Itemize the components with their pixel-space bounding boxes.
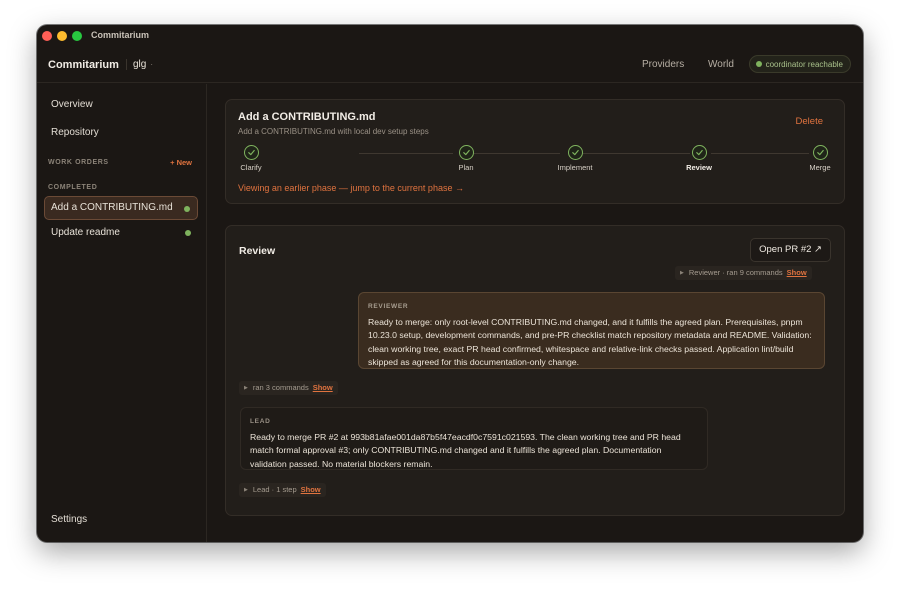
lead-label: LEAD <box>250 418 271 425</box>
phase-step-merge[interactable]: Merge <box>800 145 840 172</box>
lead-message: LEAD Ready to merge PR #2 at 993b81afae0… <box>240 407 708 470</box>
work-order-title: Add a CONTRIBUTING.md <box>238 111 376 123</box>
sidebar-item-overview[interactable]: Overview <box>51 99 93 110</box>
step-connector <box>359 153 453 154</box>
reviewer-text: Ready to merge: only root-level CONTRIBU… <box>368 316 812 368</box>
phase-label: Review <box>686 163 712 172</box>
sidebar: Overview Repository WORK ORDERS + New CO… <box>37 84 207 542</box>
triangle-right-icon: ▶ <box>244 385 248 391</box>
brand-name: Commitarium <box>48 59 119 71</box>
show-link[interactable]: Show <box>313 381 333 395</box>
new-work-order-button[interactable]: + New <box>170 158 192 167</box>
step-connector <box>583 153 690 154</box>
nav-world[interactable]: World <box>708 59 734 70</box>
lead-steps-toggle[interactable]: ▶ Lead · 1 step Show <box>239 483 326 497</box>
step-connector <box>474 153 560 154</box>
completed-status-dot <box>184 206 190 212</box>
app-window: Commitarium Commitarium glg · Providers W… <box>37 25 863 542</box>
work-order-subtitle: Add a CONTRIBUTING.md with local dev set… <box>238 127 429 136</box>
title-bar: Commitarium <box>37 25 863 47</box>
phase-label: Clarify <box>240 163 262 172</box>
app-header: Commitarium glg · Providers World coordin… <box>37 47 863 83</box>
phase-label: Merge <box>809 163 831 172</box>
phase-label: Implement <box>557 163 593 172</box>
work-order-item[interactable]: Add a CONTRIBUTING.md <box>44 196 198 220</box>
check-icon <box>458 145 474 160</box>
close-window-button[interactable] <box>42 31 52 41</box>
phase-label: Plan <box>458 163 474 172</box>
phase-step-clarify[interactable]: Clarify <box>230 145 272 172</box>
work-order-label: Add a CONTRIBUTING.md <box>51 202 173 213</box>
sidebar-item-repository[interactable]: Repository <box>51 127 99 138</box>
phase-step-implement[interactable]: Implement <box>551 145 599 172</box>
main-content: Add a CONTRIBUTING.md Add a CONTRIBUTING… <box>208 84 863 542</box>
completed-status-dot <box>185 230 191 236</box>
phase-step-review[interactable]: Review <box>679 145 719 172</box>
work-order-label: Update readme <box>51 227 120 238</box>
lead-text: Ready to merge PR #2 at 993b81afae001da8… <box>250 431 681 469</box>
reviewer-message: REVIEWER Ready to merge: only root-level… <box>358 292 825 369</box>
jump-to-current-phase-link[interactable]: Viewing an earlier phase — jump to the c… <box>238 183 464 193</box>
zoom-window-button[interactable] <box>72 31 82 41</box>
work-order-item[interactable]: Update readme <box>44 221 198 245</box>
workspace-name: glg <box>133 59 147 70</box>
review-card: Review Open PR #2 ↗ ▶ Reviewer · ran 9 c… <box>225 225 845 516</box>
work-orders-heading: WORK ORDERS <box>48 159 109 166</box>
ran-commands-toggle[interactable]: ▶ ran 3 commands Show <box>239 381 338 395</box>
triangle-right-icon: ▶ <box>680 270 684 276</box>
show-link[interactable]: Show <box>301 483 321 497</box>
completed-heading: COMPLETED <box>48 184 98 191</box>
ran-commands-text: ran 3 commands <box>252 383 309 392</box>
check-icon <box>243 145 259 160</box>
minimize-window-button[interactable] <box>57 31 67 41</box>
lead-steps-text: Lead · 1 step <box>252 485 297 494</box>
reviewer-commands-text: Reviewer · ran 9 commands <box>688 268 783 277</box>
check-icon <box>691 145 707 160</box>
status-text: coordinator reachable <box>765 59 843 69</box>
review-heading: Review <box>239 245 276 257</box>
window-title: Commitarium <box>91 30 150 40</box>
phase-stepper: Clarify Plan Implement Review Merge <box>238 145 834 175</box>
work-order-card: Add a CONTRIBUTING.md Add a CONTRIBUTING… <box>225 99 845 204</box>
status-dot-icon <box>755 61 762 67</box>
sidebar-item-settings[interactable]: Settings <box>51 514 87 525</box>
phase-step-plan[interactable]: Plan <box>446 145 486 172</box>
workspace-switcher[interactable]: glg · <box>126 59 153 70</box>
delete-button[interactable]: Delete <box>796 116 823 127</box>
workspace-caret-icon: · <box>150 60 154 69</box>
reviewer-commands-toggle[interactable]: ▶ Reviewer · ran 9 commands Show <box>675 266 812 280</box>
check-icon <box>812 145 828 160</box>
check-icon <box>567 145 583 160</box>
triangle-right-icon: ▶ <box>244 487 248 493</box>
show-link[interactable]: Show <box>787 266 807 280</box>
step-connector <box>711 153 809 154</box>
open-pr-button[interactable]: Open PR #2 ↗ <box>750 238 831 262</box>
coordinator-status-badge: coordinator reachable <box>748 55 851 73</box>
nav-providers[interactable]: Providers <box>642 59 684 70</box>
reviewer-label: REVIEWER <box>368 303 409 310</box>
